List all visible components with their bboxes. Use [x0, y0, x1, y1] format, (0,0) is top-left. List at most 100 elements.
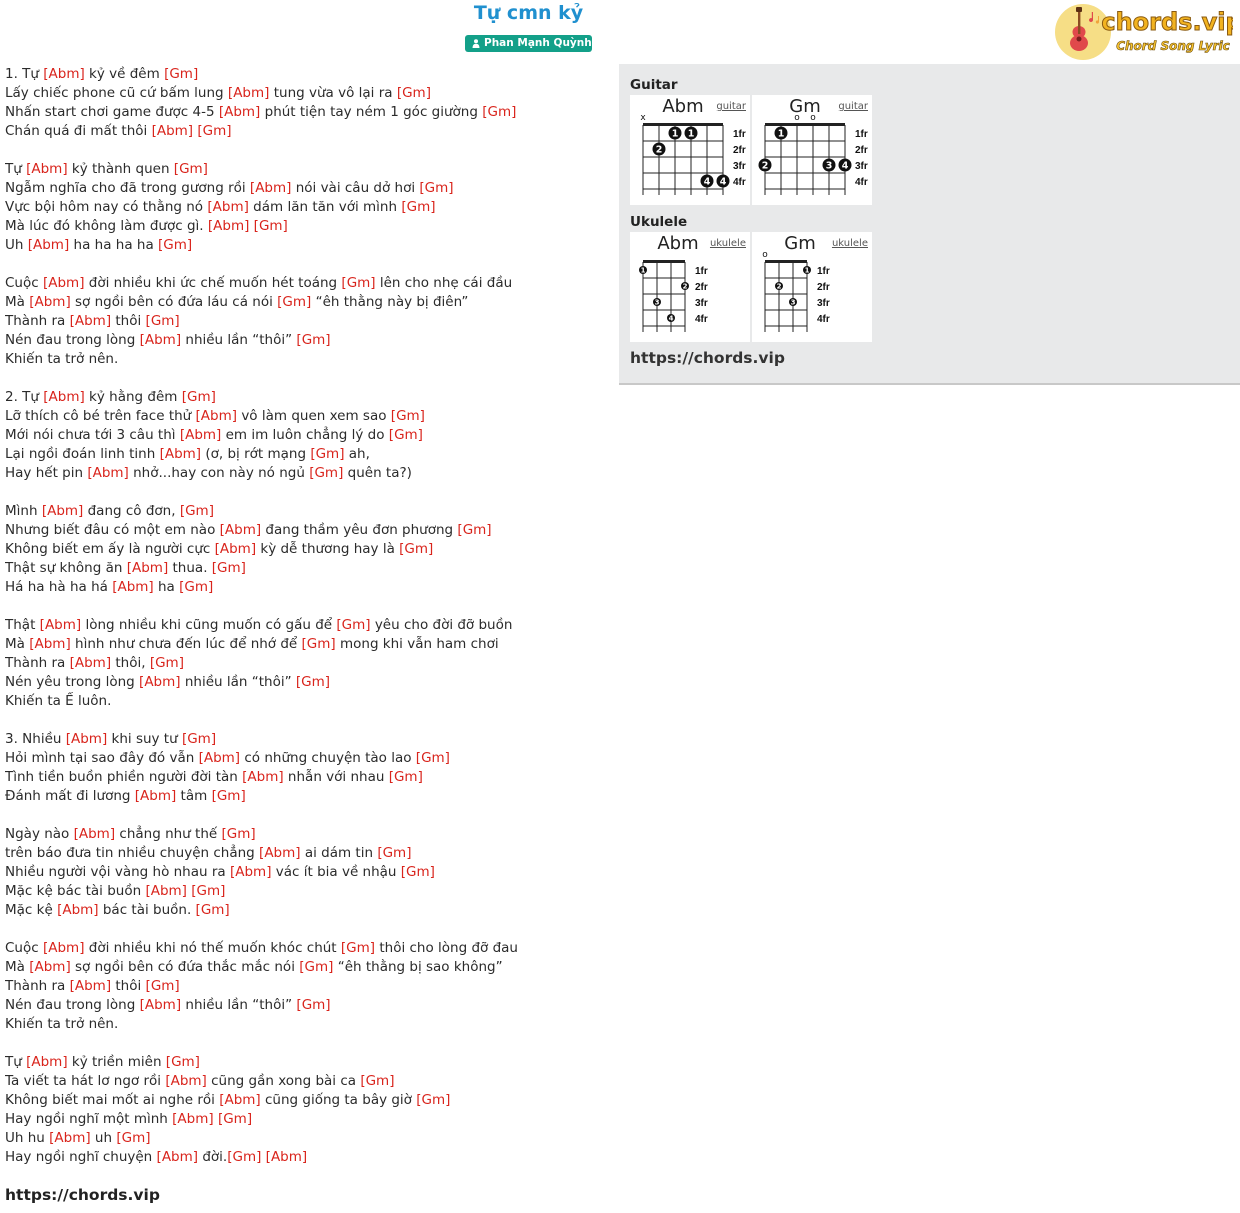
- chord-link[interactable]: [Abm]: [266, 1149, 308, 1165]
- chord-link[interactable]: [Abm]: [135, 788, 177, 804]
- chord-link[interactable]: [Abm]: [228, 85, 270, 101]
- chord-link[interactable]: [Gm]: [191, 883, 225, 899]
- chord-link[interactable]: [Gm]: [158, 237, 192, 253]
- chord-link[interactable]: [Gm]: [212, 788, 246, 804]
- chord-link[interactable]: [Abm]: [70, 655, 112, 671]
- chord-link[interactable]: [Abm]: [172, 1111, 214, 1127]
- chord-card[interactable]: Abm guitar 1fr 2fr 3fr 4fr x 1 1 2 4 4: [630, 95, 750, 205]
- chord-link[interactable]: [Gm]: [299, 959, 333, 975]
- chord-link[interactable]: [Abm]: [29, 636, 71, 652]
- chord-link[interactable]: [Abm]: [29, 294, 71, 310]
- chord-link[interactable]: [Gm]: [197, 123, 231, 139]
- chord-link[interactable]: [Gm]: [296, 997, 330, 1013]
- chord-link[interactable]: [Abm]: [112, 579, 154, 595]
- chord-link[interactable]: [Gm]: [389, 769, 423, 785]
- chord-link[interactable]: [Gm]: [397, 85, 431, 101]
- chord-link[interactable]: [Gm]: [389, 427, 423, 443]
- panel-url[interactable]: https://chords.vip: [630, 348, 785, 368]
- chord-link[interactable]: [Abm]: [219, 104, 261, 120]
- chord-link[interactable]: [Abm]: [139, 674, 181, 690]
- chord-link[interactable]: [Gm]: [401, 199, 435, 215]
- chord-link[interactable]: [Gm]: [399, 541, 433, 557]
- chord-link[interactable]: [Abm]: [43, 66, 85, 82]
- chord-link[interactable]: [Gm]: [277, 294, 311, 310]
- chord-link[interactable]: [Gm]: [146, 313, 180, 329]
- chord-link[interactable]: [Gm]: [166, 1054, 200, 1070]
- chord-link[interactable]: [Abm]: [160, 446, 202, 462]
- chord-link[interactable]: [Abm]: [140, 997, 182, 1013]
- chord-link[interactable]: [Abm]: [145, 883, 187, 899]
- chord-link[interactable]: [Gm]: [419, 180, 453, 196]
- chord-link[interactable]: [Abm]: [26, 1054, 68, 1070]
- chord-link[interactable]: [Gm]: [212, 560, 246, 576]
- chord-link[interactable]: [Gm]: [146, 978, 180, 994]
- chord-link[interactable]: [Abm]: [230, 864, 272, 880]
- chord-link[interactable]: [Gm]: [174, 161, 208, 177]
- chord-link[interactable]: [Abm]: [57, 902, 99, 918]
- chord-link[interactable]: [Abm]: [196, 408, 238, 424]
- chord-link[interactable]: [Gm]: [179, 579, 213, 595]
- chord-link[interactable]: [Gm]: [227, 1149, 261, 1165]
- chord-link[interactable]: [Abm]: [26, 161, 68, 177]
- chord-link[interactable]: [Gm]: [309, 465, 343, 481]
- chord-link[interactable]: [Gm]: [296, 674, 330, 690]
- chord-link[interactable]: [Gm]: [196, 902, 230, 918]
- chord-link[interactable]: [Abm]: [74, 826, 116, 842]
- artist-badge[interactable]: Phan Mạnh Quỳnh: [465, 35, 592, 52]
- chord-link[interactable]: [Gm]: [221, 826, 255, 842]
- chord-link[interactable]: [Gm]: [296, 332, 330, 348]
- chord-link[interactable]: [Abm]: [70, 978, 112, 994]
- chord-link[interactable]: [Gm]: [254, 218, 288, 234]
- site-logo[interactable]: chords.vip Chord Song Lyric: [1055, 2, 1233, 62]
- chord-link[interactable]: [Gm]: [457, 522, 491, 538]
- chord-link[interactable]: [Gm]: [360, 1073, 394, 1089]
- chord-link[interactable]: [Abm]: [215, 541, 257, 557]
- chord-link[interactable]: [Gm]: [150, 655, 184, 671]
- chord-link[interactable]: [Abm]: [180, 427, 222, 443]
- chord-link[interactable]: [Abm]: [259, 845, 301, 861]
- chord-link[interactable]: [Gm]: [401, 864, 435, 880]
- chord-link[interactable]: [Abm]: [66, 731, 108, 747]
- chord-card[interactable]: Gm ukulele 1fr 2fr 3fr 4fr o 1 2 3: [752, 232, 872, 342]
- chord-link[interactable]: [Abm]: [28, 237, 70, 253]
- chord-link[interactable]: [Abm]: [49, 1130, 91, 1146]
- chord-card[interactable]: Abm ukulele 1fr 2fr 3fr 4fr 1 2 3 4: [630, 232, 750, 342]
- chord-link[interactable]: [Abm]: [140, 332, 182, 348]
- chord-link[interactable]: [Gm]: [416, 1092, 450, 1108]
- chord-link[interactable]: [Gm]: [377, 845, 411, 861]
- chord-link[interactable]: [Gm]: [341, 940, 375, 956]
- chord-link[interactable]: [Abm]: [208, 218, 250, 234]
- chord-link[interactable]: [Gm]: [180, 503, 214, 519]
- chord-link[interactable]: [Abm]: [219, 1092, 261, 1108]
- chord-link[interactable]: [Abm]: [242, 769, 284, 785]
- chord-link[interactable]: [Gm]: [164, 66, 198, 82]
- chord-link[interactable]: [Abm]: [70, 313, 112, 329]
- chord-link[interactable]: [Gm]: [336, 617, 370, 633]
- chord-link[interactable]: [Abm]: [29, 959, 71, 975]
- chord-link[interactable]: [Abm]: [220, 522, 262, 538]
- chord-link[interactable]: [Abm]: [43, 389, 85, 405]
- chord-link[interactable]: [Abm]: [40, 617, 82, 633]
- chord-link[interactable]: [Abm]: [199, 750, 241, 766]
- chord-link[interactable]: [Gm]: [182, 389, 216, 405]
- chord-link[interactable]: [Abm]: [250, 180, 292, 196]
- chord-link[interactable]: [Gm]: [302, 636, 336, 652]
- chord-link[interactable]: [Abm]: [43, 275, 85, 291]
- chord-link[interactable]: [Abm]: [87, 465, 129, 481]
- chord-link[interactable]: [Gm]: [310, 446, 344, 462]
- chord-link[interactable]: [Abm]: [157, 1149, 199, 1165]
- chord-link[interactable]: [Gm]: [341, 275, 375, 291]
- chord-link[interactable]: [Abm]: [207, 199, 249, 215]
- chord-link[interactable]: [Abm]: [152, 123, 194, 139]
- chord-link[interactable]: [Gm]: [416, 750, 450, 766]
- chord-link[interactable]: [Gm]: [391, 408, 425, 424]
- chord-link[interactable]: [Gm]: [116, 1130, 150, 1146]
- chord-link[interactable]: [Abm]: [127, 560, 169, 576]
- chord-link[interactable]: [Abm]: [43, 940, 85, 956]
- footer-url[interactable]: https://chords.vip: [5, 1185, 160, 1205]
- chord-link[interactable]: [Abm]: [42, 503, 84, 519]
- chord-card[interactable]: Gm guitar 1fr 2fr 3fr 4fr o o 1 2 3 4: [752, 95, 872, 205]
- chord-link[interactable]: [Abm]: [165, 1073, 207, 1089]
- chord-link[interactable]: [Gm]: [482, 104, 516, 120]
- chord-link[interactable]: [Gm]: [218, 1111, 252, 1127]
